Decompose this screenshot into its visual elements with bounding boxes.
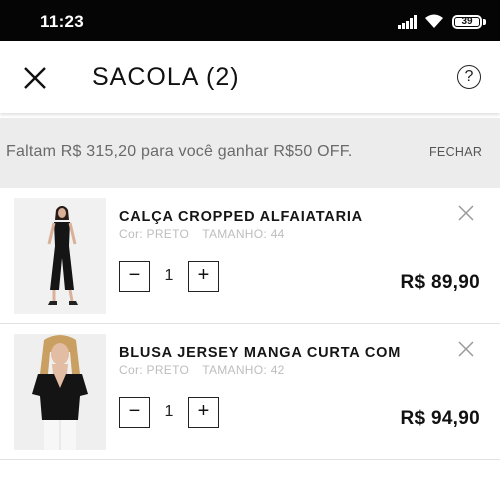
product-meta: Cor: PRETO TAMANHO: 44	[119, 227, 285, 241]
color-value: PRETO	[146, 363, 190, 377]
quantity-increment-button[interactable]: +	[188, 261, 219, 292]
product-meta: Cor: PRETO TAMANHO: 42	[119, 363, 285, 377]
cart-item: CALÇA CROPPED ALFAIATARIA Cor: PRETO TAM…	[0, 190, 500, 324]
promo-dismiss-button[interactable]: FECHAR	[429, 145, 482, 159]
product-image[interactable]	[14, 198, 106, 314]
product-name[interactable]: BLUSA JERSEY MANGA CURTA COM	[119, 345, 401, 361]
product-price: R$ 94,90	[400, 408, 480, 429]
page-title: SACOLA (2)	[92, 63, 240, 91]
quantity-value: 1	[164, 403, 174, 420]
status-time: 11:23	[40, 12, 85, 31]
quantity-increment-button[interactable]: +	[188, 397, 219, 428]
remove-item-icon[interactable]	[457, 204, 475, 222]
size-value: 42	[270, 363, 285, 377]
wifi-icon	[425, 14, 443, 28]
quantity-decrement-button[interactable]: −	[119, 261, 150, 292]
size-label: TAMANHO:	[202, 227, 268, 241]
product-name[interactable]: CALÇA CROPPED ALFAIATARIA	[119, 209, 363, 225]
size-value: 44	[270, 227, 285, 241]
battery-level: 39	[461, 16, 473, 27]
remove-item-icon[interactable]	[457, 340, 475, 358]
size-label: TAMANHO:	[202, 363, 268, 377]
promo-banner: Faltam R$ 315,20 para você ganhar R$50 O…	[0, 118, 500, 188]
quantity-value: 1	[164, 267, 174, 284]
color-value: PRETO	[146, 227, 190, 241]
color-label: Cor:	[119, 363, 143, 377]
battery-tip	[483, 19, 486, 25]
product-price: R$ 89,90	[400, 272, 480, 293]
item-divider	[0, 323, 500, 324]
help-icon[interactable]: ?	[457, 65, 481, 89]
status-bar: 11:23 39	[0, 0, 500, 41]
battery-icon: 39	[452, 15, 482, 29]
promo-message: Faltam R$ 315,20 para você ganhar R$50 O…	[6, 143, 353, 160]
quantity-decrement-button[interactable]: −	[119, 397, 150, 428]
signal-icon	[398, 15, 418, 29]
color-label: Cor:	[119, 227, 143, 241]
app-header: SACOLA (2) ?	[0, 41, 500, 113]
close-icon[interactable]	[22, 65, 48, 91]
item-divider	[0, 459, 500, 460]
product-image[interactable]	[14, 334, 106, 450]
cart-item: BLUSA JERSEY MANGA CURTA COM Cor: PRETO …	[0, 326, 500, 460]
